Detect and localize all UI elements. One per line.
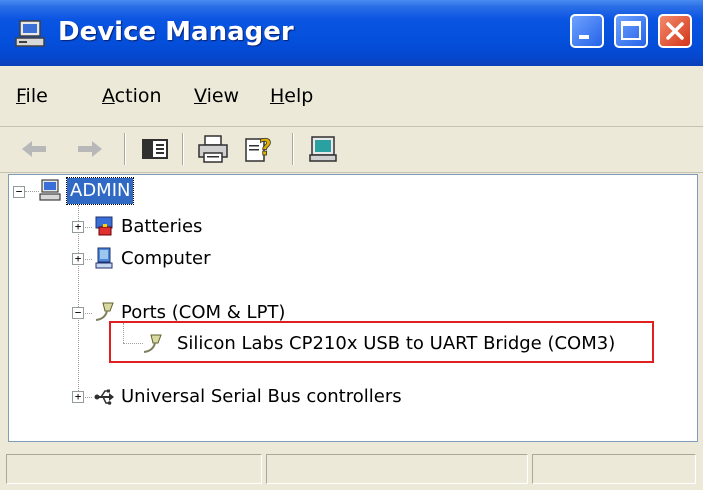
port-connector-icon xyxy=(95,302,114,321)
highlight-box xyxy=(109,321,654,363)
menu-action[interactable]: Action xyxy=(102,84,162,108)
menu-action-label: ction xyxy=(114,85,162,107)
close-button[interactable] xyxy=(658,14,692,48)
scan-hardware-icon[interactable] xyxy=(306,133,340,165)
tree-node-label: Computer xyxy=(121,248,211,269)
menu-file-mnemonic: F xyxy=(16,85,26,107)
maximize-button[interactable] xyxy=(614,14,648,48)
tree-connector xyxy=(25,191,39,192)
help-icon[interactable]: ? xyxy=(242,133,276,165)
menu-view-mnemonic: V xyxy=(194,85,207,107)
collapse-toggle[interactable]: − xyxy=(13,186,25,198)
tree-node-label: ADMIN xyxy=(65,177,135,205)
device-tree[interactable]: − ADMIN + Batteries + Computer − Ports (… xyxy=(8,174,698,442)
maximize-icon xyxy=(621,21,641,40)
forward-arrow-icon[interactable] xyxy=(72,133,106,165)
menu-file[interactable]: File xyxy=(16,84,48,108)
expand-toggle[interactable]: + xyxy=(72,221,84,233)
status-cell xyxy=(532,454,696,484)
tree-node-batteries[interactable]: Batteries xyxy=(121,214,202,240)
tree-node-computer[interactable]: Computer xyxy=(121,246,210,272)
toolbar: ? xyxy=(0,127,703,173)
status-cell xyxy=(266,454,528,484)
tree-node-admin[interactable]: ADMIN xyxy=(65,177,135,205)
minimize-icon xyxy=(579,35,589,39)
expand-toggle[interactable]: + xyxy=(72,391,84,403)
menu-help-label: elp xyxy=(284,85,314,107)
computer-icon xyxy=(95,247,113,269)
menu-file-label: ile xyxy=(25,85,48,107)
menu-help-mnemonic: H xyxy=(270,85,285,107)
battery-icon xyxy=(95,216,113,236)
status-cell xyxy=(6,454,262,484)
toolbar-separator xyxy=(292,133,294,165)
menu-action-mnemonic: A xyxy=(102,85,115,107)
expand-toggle[interactable]: + xyxy=(72,253,84,265)
tree-node-label: Universal Serial Bus controllers xyxy=(121,386,402,407)
close-icon xyxy=(666,22,684,40)
minimize-button[interactable] xyxy=(570,14,604,48)
svg-text:?: ? xyxy=(259,136,272,161)
title-bar[interactable]: Device Manager xyxy=(0,0,703,66)
toolbar-separator xyxy=(182,133,184,165)
usb-icon xyxy=(94,389,114,405)
back-arrow-icon[interactable] xyxy=(18,133,52,165)
menu-view[interactable]: View xyxy=(194,84,239,108)
device-manager-window: Device Manager File Action View Help ? −… xyxy=(0,0,703,490)
window-title: Device Manager xyxy=(58,17,294,47)
menu-view-label: iew xyxy=(206,85,240,107)
collapse-toggle[interactable]: − xyxy=(72,307,84,319)
menu-bar: File Action View Help xyxy=(0,68,703,127)
tree-connector xyxy=(78,205,79,395)
tree-node-label: Batteries xyxy=(121,216,203,237)
status-bar xyxy=(0,448,703,490)
menu-help[interactable]: Help xyxy=(270,84,313,108)
show-hide-console-tree-icon[interactable] xyxy=(138,133,172,165)
computer-icon xyxy=(15,20,45,47)
print-icon[interactable] xyxy=(196,133,230,165)
computer-icon xyxy=(39,179,61,201)
toolbar-separator xyxy=(124,133,126,165)
tree-node-usb[interactable]: Universal Serial Bus controllers xyxy=(121,384,402,410)
